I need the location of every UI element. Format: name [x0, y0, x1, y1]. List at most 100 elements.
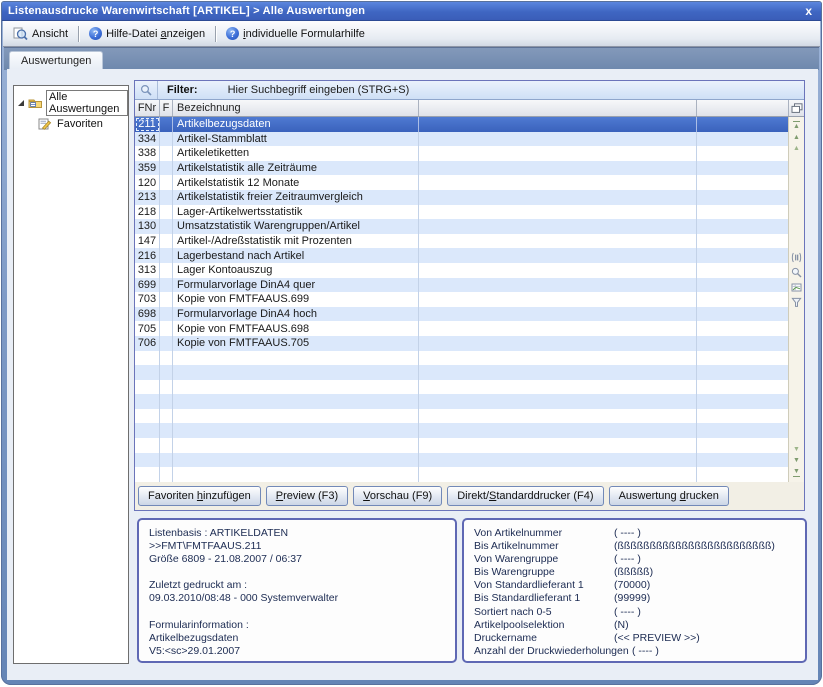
info-line: >>FMT\FMTFAAUS.211: [149, 540, 455, 553]
cell-bez: [173, 467, 419, 482]
grid-icon[interactable]: [791, 282, 802, 293]
scroll-down-fast-icon[interactable]: ▼: [793, 457, 800, 464]
table-row-empty[interactable]: [135, 394, 788, 409]
jump-bottom-icon[interactable]: ▼: [793, 468, 800, 477]
scroll-down-icon[interactable]: ▼: [793, 446, 800, 453]
window-title: Listenausdrucke Warenwirtschaft [ARTIKEL…: [2, 5, 365, 17]
cell-f: [160, 394, 173, 409]
table-row[interactable]: 211Artikelbezugsdaten: [135, 117, 788, 132]
toolbar-button-individuelle-formularhilfe[interactable]: individuelle Formularhilfe: [219, 25, 372, 42]
form-info-box: Listenbasis : ARTIKELDATEN>>FMT\FMTFAAUS…: [137, 518, 457, 663]
table-row-empty[interactable]: [135, 453, 788, 468]
table-row-empty[interactable]: [135, 409, 788, 424]
button-vorschau-f9[interactable]: Vorschau (F9): [353, 486, 442, 506]
column-header-bezeichnung[interactable]: Bezeichnung: [173, 100, 419, 116]
table-row-empty[interactable]: [135, 351, 788, 366]
info-line: Listenbasis : ARTIKELDATEN: [149, 527, 455, 540]
scroll-strip: ▲ ▲ ▲ ▼ ▼ ▼: [788, 117, 804, 482]
table-row[interactable]: 313Lager Kontoauszug: [135, 263, 788, 278]
table-row-empty[interactable]: [135, 365, 788, 380]
info-label: Bis Artikelnummer: [474, 540, 614, 553]
table-row-empty[interactable]: [135, 467, 788, 482]
scroll-up-icon[interactable]: ▲: [793, 145, 800, 152]
cell-b2: [697, 117, 788, 132]
table-row[interactable]: 698Formularvorlage DinA4 hoch: [135, 307, 788, 322]
table-row-empty[interactable]: [135, 438, 788, 453]
filter-bar[interactable]: Filter: Hier Suchbegriff eingeben (STRG+…: [135, 81, 804, 100]
table-row-empty[interactable]: [135, 423, 788, 438]
tab-auswertungen[interactable]: Auswertungen: [9, 51, 103, 70]
cell-b1: [419, 307, 697, 322]
info-line: Artikelbezugsdaten: [149, 632, 455, 645]
filter-icon[interactable]: [791, 297, 802, 308]
button-auswertung-drucken[interactable]: Auswertung drucken: [609, 486, 729, 506]
info-value: (99999): [614, 592, 650, 605]
info-value: (ßßßßßßßßßßßßßßßßßßßßßßßß): [614, 540, 775, 553]
toolbar-button-hilfe-datei-anzeigen[interactable]: Hilfe-Datei anzeigen: [82, 25, 212, 42]
cell-bez: Umsatzstatistik Warengruppen/Artikel: [173, 219, 419, 234]
cell-f: [160, 132, 173, 147]
cell-f: [160, 438, 173, 453]
table-row[interactable]: 147Artikel-/Adreßstatistik mit Prozenten: [135, 234, 788, 249]
cell-bez: [173, 423, 419, 438]
cell-fnr: [135, 365, 160, 380]
cell-b2: [697, 336, 788, 351]
table-row[interactable]: 213Artikelstatistik freier Zeitraumvergl…: [135, 190, 788, 205]
table-row[interactable]: 705Kopie von FMTFAAUS.698: [135, 321, 788, 336]
table-row[interactable]: 703Kopie von FMTFAAUS.699: [135, 292, 788, 307]
cell-f: [160, 146, 173, 161]
expander-icon[interactable]: [18, 100, 24, 106]
table-row[interactable]: 218Lager-Artikelwertsstatistik: [135, 205, 788, 220]
cell-b2: [697, 380, 788, 395]
table-row[interactable]: 120Artikelstatistik 12 Monate: [135, 175, 788, 190]
table-row[interactable]: 216Lagerbestand nach Artikel: [135, 248, 788, 263]
column-header-fnr[interactable]: FNr: [135, 100, 160, 116]
table-row-empty[interactable]: [135, 380, 788, 395]
cell-b2: [697, 351, 788, 366]
table-row[interactable]: 338Artikeletiketten: [135, 146, 788, 161]
cell-f: [160, 175, 173, 190]
cell-b1: [419, 380, 697, 395]
cell-b1: [419, 161, 697, 176]
cell-b1: [419, 351, 697, 366]
cell-fnr: 147: [135, 234, 160, 249]
cell-fnr: [135, 380, 160, 395]
info-line: Formularinformation :: [149, 619, 455, 632]
cell-fnr: [135, 438, 160, 453]
content-area: Alle Auswertungen Favoriten Filter: Hier …: [7, 69, 818, 680]
cell-b1: [419, 438, 697, 453]
columns-icon[interactable]: [791, 252, 802, 263]
column-header-f[interactable]: F: [160, 100, 173, 116]
table-rows: 211Artikelbezugsdaten334Artikel-Stammbla…: [135, 117, 788, 482]
table-row[interactable]: 699Formularvorlage DinA4 quer: [135, 278, 788, 293]
button-preview-f3[interactable]: Preview (F3): [266, 486, 348, 506]
scroll-up-fast-icon[interactable]: ▲: [793, 134, 800, 141]
cell-b2: [697, 263, 788, 278]
button-favoriten-hinzuf-gen[interactable]: Favoriten hinzufügen: [138, 486, 261, 506]
cell-b1: [419, 453, 697, 468]
copy-columns-icon[interactable]: [788, 100, 804, 116]
button-direkt-standarddrucker-f4[interactable]: Direkt/Standarddrucker (F4): [447, 486, 603, 506]
cell-bez: Artikelstatistik freier Zeitraumvergleic…: [173, 190, 419, 205]
cell-b1: [419, 263, 697, 278]
cell-bez: Kopie von FMTFAAUS.698: [173, 321, 419, 336]
tree-panel: Alle Auswertungen Favoriten: [13, 85, 129, 664]
jump-top-icon[interactable]: ▲: [793, 121, 800, 130]
tree-item-alle-auswertungen[interactable]: Alle Auswertungen: [18, 90, 128, 116]
cell-f: [160, 365, 173, 380]
table-row[interactable]: 130Umsatzstatistik Warengruppen/Artikel: [135, 219, 788, 234]
cell-bez: [173, 453, 419, 468]
table-row[interactable]: 359Artikelstatistik alle Zeiträume: [135, 161, 788, 176]
copy-columns-icon: [791, 103, 803, 114]
cell-f: [160, 453, 173, 468]
close-icon[interactable]: x: [805, 5, 812, 17]
table-row[interactable]: 334Artikel-Stammblatt: [135, 132, 788, 147]
cell-b1: [419, 394, 697, 409]
tree-item-favoriten[interactable]: Favoriten: [38, 118, 128, 130]
search-icon[interactable]: [791, 267, 802, 278]
cell-b2: [697, 205, 788, 220]
info-label: Von Artikelnummer: [474, 527, 614, 540]
toolbar-button-ansicht[interactable]: Ansicht: [6, 25, 75, 43]
table-row[interactable]: 706Kopie von FMTFAAUS.705: [135, 336, 788, 351]
cell-b1: [419, 409, 697, 424]
